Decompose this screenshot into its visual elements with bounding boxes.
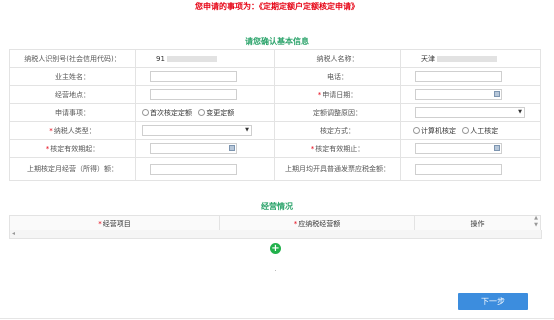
calendar-icon[interactable]: [494, 91, 500, 97]
prev-revenue-label: 上期核定月经营（所得）额：: [9, 157, 136, 181]
address-label: 经营地点：: [9, 85, 136, 104]
row-previous: 上期核定月经营（所得）额： 上期月均开具普通发票应税金额：: [9, 157, 541, 181]
calendar-icon[interactable]: [229, 145, 235, 151]
taxpayer-name-value: 天津: [421, 54, 435, 63]
radio-change-quota-label: 变更定额: [206, 108, 235, 117]
vertical-scrollbar[interactable]: ▲ ▼: [532, 215, 540, 230]
address-input[interactable]: [150, 89, 237, 100]
phone-input[interactable]: [415, 71, 502, 82]
valid-from-label: 核定有效期起：: [50, 144, 100, 153]
scroll-left-icon[interactable]: ◂: [12, 230, 15, 237]
radio-first-assess-label: 首次核定定额: [150, 108, 192, 117]
apply-date-input[interactable]: [415, 89, 502, 100]
adjust-reason-label: 定额调整原因：: [274, 103, 401, 122]
required-mark: *: [317, 90, 322, 99]
prev-invoice-label: 上期月均开具普通发票应税金额：: [274, 157, 401, 181]
adjust-reason-select[interactable]: ▼: [415, 107, 525, 118]
masked-name-block: [437, 55, 498, 62]
item-label: 申请事项：: [9, 103, 136, 122]
divider-dot: [275, 270, 276, 271]
taxpayer-type-select[interactable]: ▼: [142, 125, 252, 136]
radio-first-assess[interactable]: [142, 109, 149, 116]
valid-to-input[interactable]: [415, 143, 502, 154]
required-mark: *: [293, 220, 298, 228]
required-mark: *: [310, 144, 315, 153]
apply-date-label: 申请日期：: [322, 90, 358, 99]
assess-method-label: 核定方式：: [274, 121, 401, 140]
valid-to-label: 核定有效期止：: [315, 144, 365, 153]
business-title: 经营情况: [261, 202, 293, 211]
taxpayer-id-value: 91: [156, 54, 165, 63]
required-mark: *: [45, 144, 50, 153]
scroll-up-icon[interactable]: ▲: [532, 215, 540, 222]
row-owner: 业主姓名： 电话：: [9, 67, 541, 86]
bottom-divider: [0, 318, 554, 319]
add-row-button[interactable]: +: [270, 243, 281, 254]
row-item: 申请事项： 首次核定定额 变更定额 定额调整原因： ▼: [9, 103, 541, 122]
phone-label: 电话：: [274, 67, 401, 86]
row-address: 经营地点： *申请日期：: [9, 85, 541, 104]
prev-invoice-input[interactable]: [415, 163, 502, 175]
next-step-button[interactable]: 下一步: [458, 293, 528, 310]
owner-label: 业主姓名：: [9, 67, 136, 86]
col-taxable-amount: 应纳税经营额: [298, 220, 341, 228]
row-taxpayer-type: *纳税人类型： ▼ 核定方式： 计算机核定 人工核定: [9, 121, 541, 140]
basic-info-table: 纳税人识别号(社会信用代码)： 91 纳税人名称： 天津 业主姓名： 电话： 经…: [9, 49, 541, 181]
dropdown-arrow-icon: ▼: [518, 109, 522, 115]
row-validity: *核定有效期起： *核定有效期止：: [9, 139, 541, 158]
scroll-down-icon[interactable]: ▼: [532, 222, 540, 229]
masked-id-block: [167, 55, 218, 62]
required-mark: *: [49, 126, 53, 135]
basic-info-title: 请您确认基本信息: [245, 37, 309, 46]
required-mark: *: [98, 220, 102, 228]
radio-change-quota[interactable]: [198, 109, 206, 116]
calendar-icon[interactable]: [494, 145, 500, 151]
radio-computer-assess-label: 计算机核定: [421, 126, 456, 135]
taxpayer-name-label: 纳税人名称：: [274, 49, 401, 68]
radio-manual-assess[interactable]: [462, 127, 470, 134]
owner-input[interactable]: [150, 71, 237, 82]
horizontal-scrollbar[interactable]: ◂: [9, 230, 542, 239]
taxpayer-id-label: 纳税人识别号(社会信用代码)：: [9, 49, 136, 68]
taxpayer-type-label: 纳税人类型：: [53, 126, 96, 135]
col-business-item: 经营项目: [102, 220, 131, 228]
valid-from-input[interactable]: [150, 143, 237, 154]
dropdown-arrow-icon: ▼: [245, 127, 249, 133]
application-title: 您申请的事项为：《定期定额户定额核定申请》: [195, 2, 359, 11]
prev-revenue-input[interactable]: [150, 163, 237, 175]
radio-computer-assess[interactable]: [413, 127, 420, 134]
row-taxpayer-id: 纳税人识别号(社会信用代码)： 91 纳税人名称： 天津: [9, 49, 541, 68]
radio-manual-assess-label: 人工核定: [470, 126, 499, 135]
